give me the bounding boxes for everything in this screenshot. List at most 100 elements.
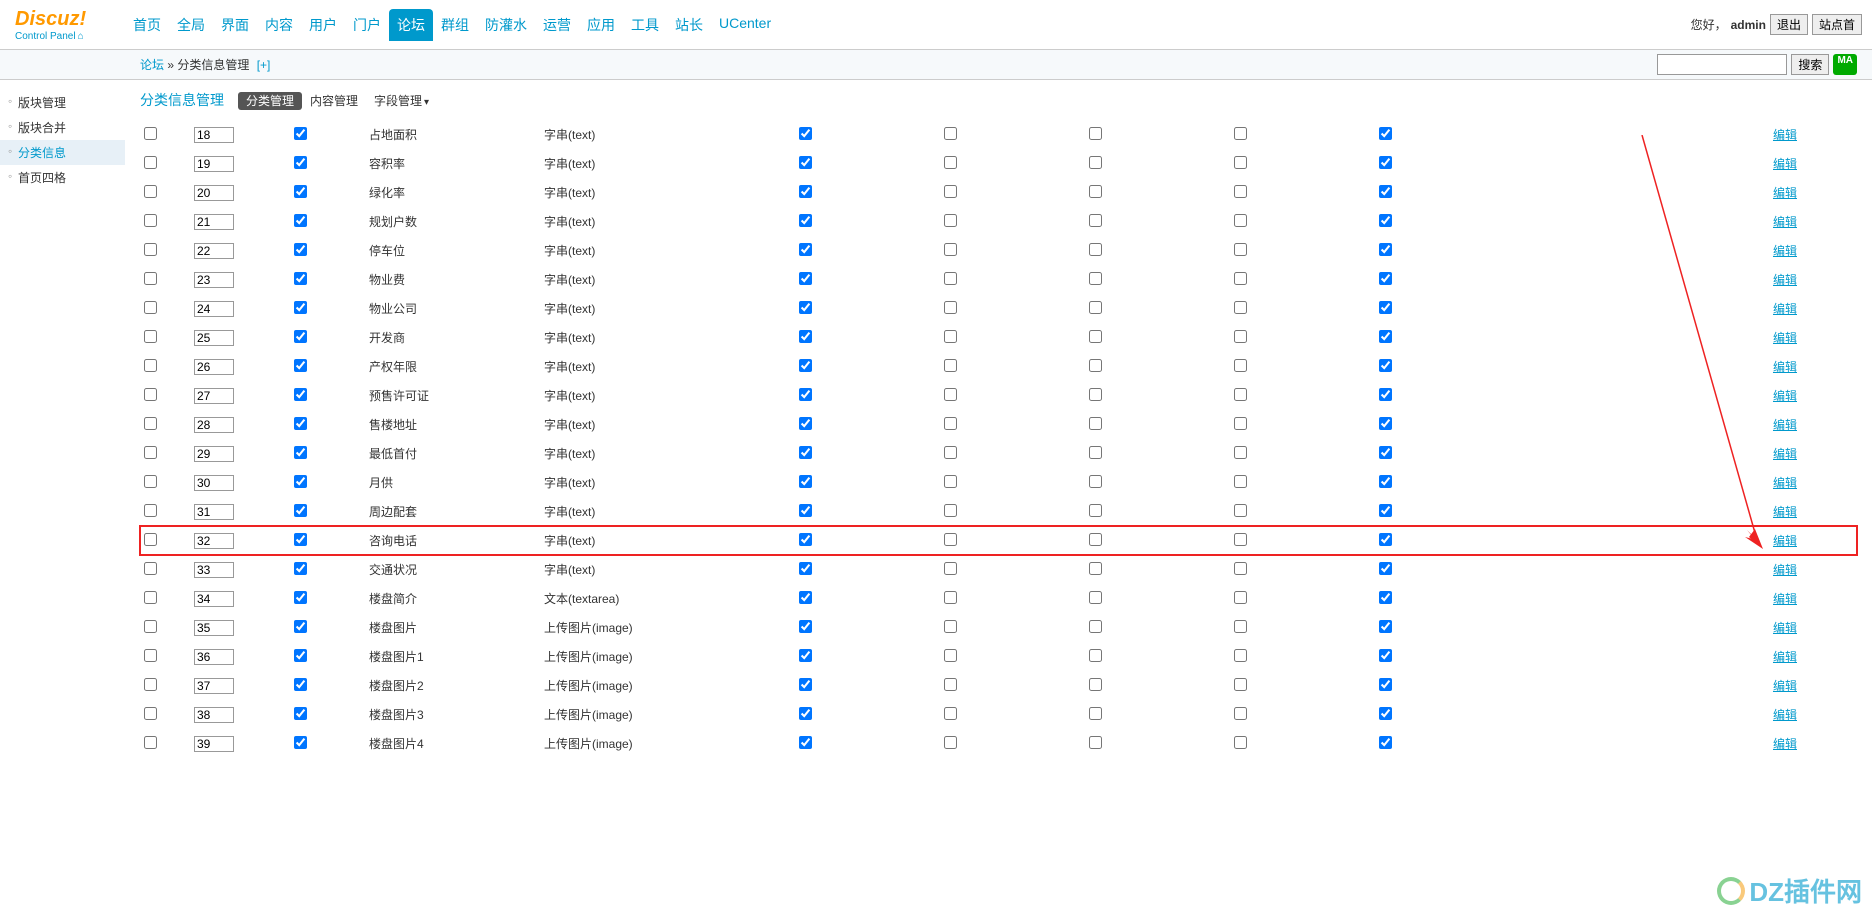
edit-link[interactable]: 编辑: [1773, 621, 1797, 635]
enable-checkbox[interactable]: [294, 678, 307, 691]
option-checkbox-3[interactable]: [1089, 272, 1102, 285]
option-checkbox-1[interactable]: [799, 330, 812, 343]
option-checkbox-5[interactable]: [1379, 736, 1392, 749]
nav-全局[interactable]: 全局: [169, 9, 213, 41]
enable-checkbox[interactable]: [294, 591, 307, 604]
option-checkbox-3[interactable]: [1089, 678, 1102, 691]
enable-checkbox[interactable]: [294, 214, 307, 227]
option-checkbox-4[interactable]: [1234, 185, 1247, 198]
option-checkbox-3[interactable]: [1089, 301, 1102, 314]
option-checkbox-1[interactable]: [799, 127, 812, 140]
enable-checkbox[interactable]: [294, 243, 307, 256]
enable-checkbox[interactable]: [294, 185, 307, 198]
option-checkbox-2[interactable]: [944, 272, 957, 285]
edit-link[interactable]: 编辑: [1773, 273, 1797, 287]
delete-checkbox[interactable]: [144, 243, 157, 256]
option-checkbox-1[interactable]: [799, 736, 812, 749]
option-checkbox-5[interactable]: [1379, 678, 1392, 691]
option-checkbox-1[interactable]: [799, 591, 812, 604]
nav-首页[interactable]: 首页: [125, 9, 169, 41]
nav-群组[interactable]: 群组: [433, 9, 477, 41]
option-checkbox-5[interactable]: [1379, 301, 1392, 314]
option-checkbox-4[interactable]: [1234, 678, 1247, 691]
option-checkbox-5[interactable]: [1379, 243, 1392, 256]
order-input[interactable]: [194, 301, 234, 317]
site-button[interactable]: 站点首: [1812, 14, 1862, 35]
nav-用户[interactable]: 用户: [301, 9, 345, 41]
edit-link[interactable]: 编辑: [1773, 331, 1797, 345]
option-checkbox-4[interactable]: [1234, 127, 1247, 140]
edit-link[interactable]: 编辑: [1773, 215, 1797, 229]
edit-link[interactable]: 编辑: [1773, 447, 1797, 461]
edit-link[interactable]: 编辑: [1773, 534, 1797, 548]
delete-checkbox[interactable]: [144, 417, 157, 430]
option-checkbox-2[interactable]: [944, 185, 957, 198]
option-checkbox-3[interactable]: [1089, 533, 1102, 546]
option-checkbox-3[interactable]: [1089, 214, 1102, 227]
enable-checkbox[interactable]: [294, 707, 307, 720]
nav-运营[interactable]: 运营: [535, 9, 579, 41]
order-input[interactable]: [194, 330, 234, 346]
order-input[interactable]: [194, 446, 234, 462]
delete-checkbox[interactable]: [144, 301, 157, 314]
subtab-2[interactable]: 字段管理▾: [366, 92, 437, 110]
delete-checkbox[interactable]: [144, 678, 157, 691]
option-checkbox-1[interactable]: [799, 272, 812, 285]
delete-checkbox[interactable]: [144, 475, 157, 488]
option-checkbox-4[interactable]: [1234, 649, 1247, 662]
option-checkbox-3[interactable]: [1089, 127, 1102, 140]
enable-checkbox[interactable]: [294, 533, 307, 546]
option-checkbox-5[interactable]: [1379, 707, 1392, 720]
option-checkbox-5[interactable]: [1379, 127, 1392, 140]
delete-checkbox[interactable]: [144, 214, 157, 227]
enable-checkbox[interactable]: [294, 475, 307, 488]
option-checkbox-2[interactable]: [944, 649, 957, 662]
option-checkbox-1[interactable]: [799, 533, 812, 546]
option-checkbox-2[interactable]: [944, 591, 957, 604]
enable-checkbox[interactable]: [294, 562, 307, 575]
option-checkbox-2[interactable]: [944, 417, 957, 430]
option-checkbox-1[interactable]: [799, 417, 812, 430]
edit-link[interactable]: 编辑: [1773, 679, 1797, 693]
option-checkbox-5[interactable]: [1379, 533, 1392, 546]
option-checkbox-3[interactable]: [1089, 591, 1102, 604]
enable-checkbox[interactable]: [294, 388, 307, 401]
edit-link[interactable]: 编辑: [1773, 737, 1797, 751]
nav-门户[interactable]: 门户: [345, 9, 389, 41]
search-button[interactable]: 搜索: [1791, 54, 1829, 75]
nav-论坛[interactable]: 论坛: [389, 9, 433, 41]
delete-checkbox[interactable]: [144, 649, 157, 662]
order-input[interactable]: [194, 533, 234, 549]
edit-link[interactable]: 编辑: [1773, 128, 1797, 142]
delete-checkbox[interactable]: [144, 127, 157, 140]
option-checkbox-5[interactable]: [1379, 649, 1392, 662]
option-checkbox-5[interactable]: [1379, 562, 1392, 575]
order-input[interactable]: [194, 127, 234, 143]
option-checkbox-2[interactable]: [944, 736, 957, 749]
option-checkbox-3[interactable]: [1089, 185, 1102, 198]
option-checkbox-2[interactable]: [944, 243, 957, 256]
option-checkbox-5[interactable]: [1379, 214, 1392, 227]
edit-link[interactable]: 编辑: [1773, 505, 1797, 519]
option-checkbox-3[interactable]: [1089, 620, 1102, 633]
option-checkbox-4[interactable]: [1234, 330, 1247, 343]
option-checkbox-3[interactable]: [1089, 243, 1102, 256]
delete-checkbox[interactable]: [144, 156, 157, 169]
option-checkbox-5[interactable]: [1379, 620, 1392, 633]
enable-checkbox[interactable]: [294, 127, 307, 140]
order-input[interactable]: [194, 678, 234, 694]
option-checkbox-3[interactable]: [1089, 330, 1102, 343]
option-checkbox-1[interactable]: [799, 446, 812, 459]
order-input[interactable]: [194, 156, 234, 172]
order-input[interactable]: [194, 707, 234, 723]
delete-checkbox[interactable]: [144, 272, 157, 285]
sidebar-item-3[interactable]: 首页四格: [0, 165, 125, 190]
option-checkbox-5[interactable]: [1379, 591, 1392, 604]
edit-link[interactable]: 编辑: [1773, 563, 1797, 577]
enable-checkbox[interactable]: [294, 649, 307, 662]
option-checkbox-1[interactable]: [799, 359, 812, 372]
option-checkbox-1[interactable]: [799, 649, 812, 662]
edit-link[interactable]: 编辑: [1773, 389, 1797, 403]
option-checkbox-3[interactable]: [1089, 707, 1102, 720]
order-input[interactable]: [194, 562, 234, 578]
